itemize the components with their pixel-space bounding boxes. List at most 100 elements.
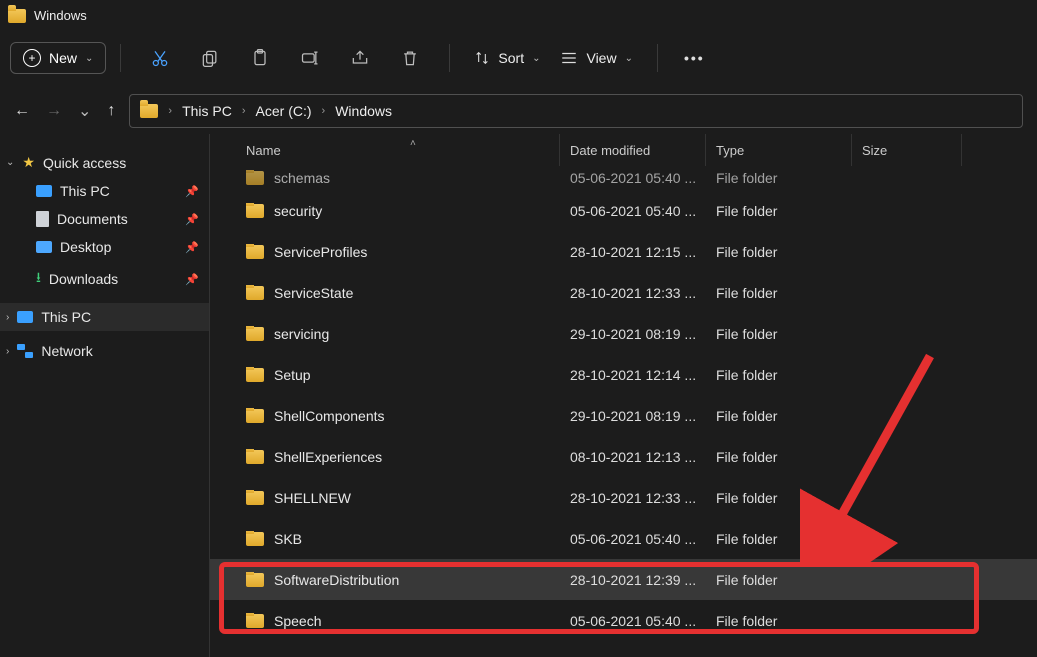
file-row[interactable]: SoftwareDistribution28-10-2021 12:39 ...… [210,559,1037,600]
file-name: SHELLNEW [274,490,351,506]
window-folder-icon [8,9,26,23]
back-button[interactable]: ← [14,102,30,120]
folder-icon [246,409,264,423]
file-date: 28-10-2021 12:33 ... [560,490,706,506]
folder-icon [246,245,264,259]
sidebar-item-label: This PC [60,183,110,199]
new-button-label: New [49,50,77,66]
column-name[interactable]: Name [236,134,560,166]
file-name: servicing [274,326,329,342]
sidebar-item-label: Quick access [43,155,126,171]
recent-locations-button[interactable]: ⌄ [78,101,91,121]
chevron-right-icon: › [6,346,9,357]
file-row[interactable]: servicing29-10-2021 08:19 ...File folder [210,313,1037,354]
chevron-right-icon: › [6,312,9,323]
sidebar-item-label: Desktop [60,239,111,255]
file-type: File folder [706,244,852,260]
sidebar-item-label: Network [41,343,92,359]
separator [449,44,450,72]
file-row[interactable]: ShellComponents 29-10-2021 08:19 ...File … [210,395,1037,436]
copy-icon[interactable] [199,47,221,69]
column-type[interactable]: Type [706,134,852,166]
file-type: File folder [706,490,852,506]
address-bar[interactable]: › This PC › Acer (C:) › Windows [129,94,1023,128]
file-name: ShellExperiences [274,449,382,465]
sidebar-documents[interactable]: Documents 📌 [0,205,209,233]
chevron-down-icon: ⌄ [85,53,93,64]
paste-icon[interactable] [249,47,271,69]
pin-icon: 📌 [185,273,199,286]
cut-icon[interactable] [149,47,171,69]
folder-icon [246,532,264,546]
chevron-down-icon: ⌄ [625,53,633,64]
window-title: Windows [34,8,87,23]
column-date[interactable]: Date modified [560,134,706,166]
share-icon[interactable] [349,47,371,69]
file-date: 28-10-2021 12:33 ... [560,285,706,301]
desktop-icon [36,241,52,253]
file-row[interactable]: security05-06-2021 05:40 ...File folder [210,190,1037,231]
file-type: File folder [706,449,852,465]
file-list-area: ˄ Name Date modified Type Size schemas 05… [210,134,1037,657]
chevron-right-icon: › [168,105,172,117]
download-icon: ⭳ [36,267,41,291]
delete-icon[interactable] [399,47,421,69]
sidebar-this-pc-quick[interactable]: This PC 📌 [0,177,209,205]
breadcrumb-drive[interactable]: Acer (C:) [256,103,312,119]
view-button[interactable]: View ⌄ [560,50,632,66]
navigation-pane: ⌄ ★ Quick access This PC 📌 Documents 📌 D… [0,134,210,657]
file-row[interactable]: ShellExperiences 08-10-2021 12:13 ...File… [210,436,1037,477]
file-name: schemas [274,170,330,186]
file-row[interactable]: ServiceProfiles28-10-2021 12:15 ...File … [210,231,1037,272]
file-date: 29-10-2021 08:19 ... [560,408,706,424]
breadcrumb-this-pc[interactable]: This PC [182,103,232,119]
sort-button[interactable]: Sort ⌄ [474,50,540,66]
sidebar-quick-access[interactable]: ⌄ ★ Quick access [0,148,209,177]
file-type: File folder [706,285,852,301]
chevron-down-icon: ⌄ [532,53,540,64]
more-button[interactable]: ••• [684,50,705,66]
file-type: File folder [706,408,852,424]
pin-icon: 📌 [185,185,199,198]
new-button[interactable]: + New ⌄ [10,42,106,74]
file-type: File folder [706,326,852,342]
breadcrumb-windows[interactable]: Windows [335,103,392,119]
sidebar-desktop[interactable]: Desktop 📌 [0,233,209,261]
file-date: 05-06-2021 05:40 ... [560,170,706,186]
folder-icon [246,614,264,628]
column-size[interactable]: Size [852,134,962,166]
history-buttons: ← → ⌄ ↑ [14,101,115,121]
sidebar-downloads[interactable]: ⭳ Downloads 📌 [0,261,209,297]
sidebar-this-pc[interactable]: › This PC [0,303,209,331]
file-name: ShellComponents [274,408,385,424]
file-row[interactable]: Setup28-10-2021 12:14 ...File folder [210,354,1037,395]
file-type: File folder [706,531,852,547]
file-type: File folder [706,572,852,588]
file-date: 08-10-2021 12:13 ... [560,449,706,465]
folder-icon [246,204,264,218]
separator [120,44,121,72]
sort-label: Sort [498,50,524,66]
sidebar-item-label: This PC [41,309,91,325]
folder-icon [246,327,264,341]
file-row[interactable]: Speech05-06-2021 05:40 ...File folder [210,600,1037,641]
file-row[interactable]: schemas05-06-2021 05:40 ...File folder [210,166,1037,190]
sidebar-network[interactable]: › Network [0,337,209,365]
sort-indicator-icon: ˄ [410,138,416,149]
up-button[interactable]: ↑ [107,102,115,120]
forward-button[interactable]: → [46,102,62,120]
file-row[interactable]: SHELLNEW 28-10-2021 12:33 ...File folder [210,477,1037,518]
pin-icon: 📌 [185,213,199,226]
file-date: 28-10-2021 12:14 ... [560,367,706,383]
folder-icon [246,450,264,464]
file-name: SoftwareDistribution [274,572,399,588]
file-row[interactable]: ServiceState28-10-2021 12:33 ...File fol… [210,272,1037,313]
document-icon [36,211,49,227]
file-date: 05-06-2021 05:40 ... [560,203,706,219]
pin-icon: 📌 [185,241,199,254]
rename-icon[interactable] [299,47,321,69]
file-row[interactable]: SKB05-06-2021 05:40 ...File folder [210,518,1037,559]
plus-icon: + [23,49,41,67]
file-type: File folder [706,203,852,219]
column-headers: ˄ Name Date modified Type Size [210,134,1037,166]
